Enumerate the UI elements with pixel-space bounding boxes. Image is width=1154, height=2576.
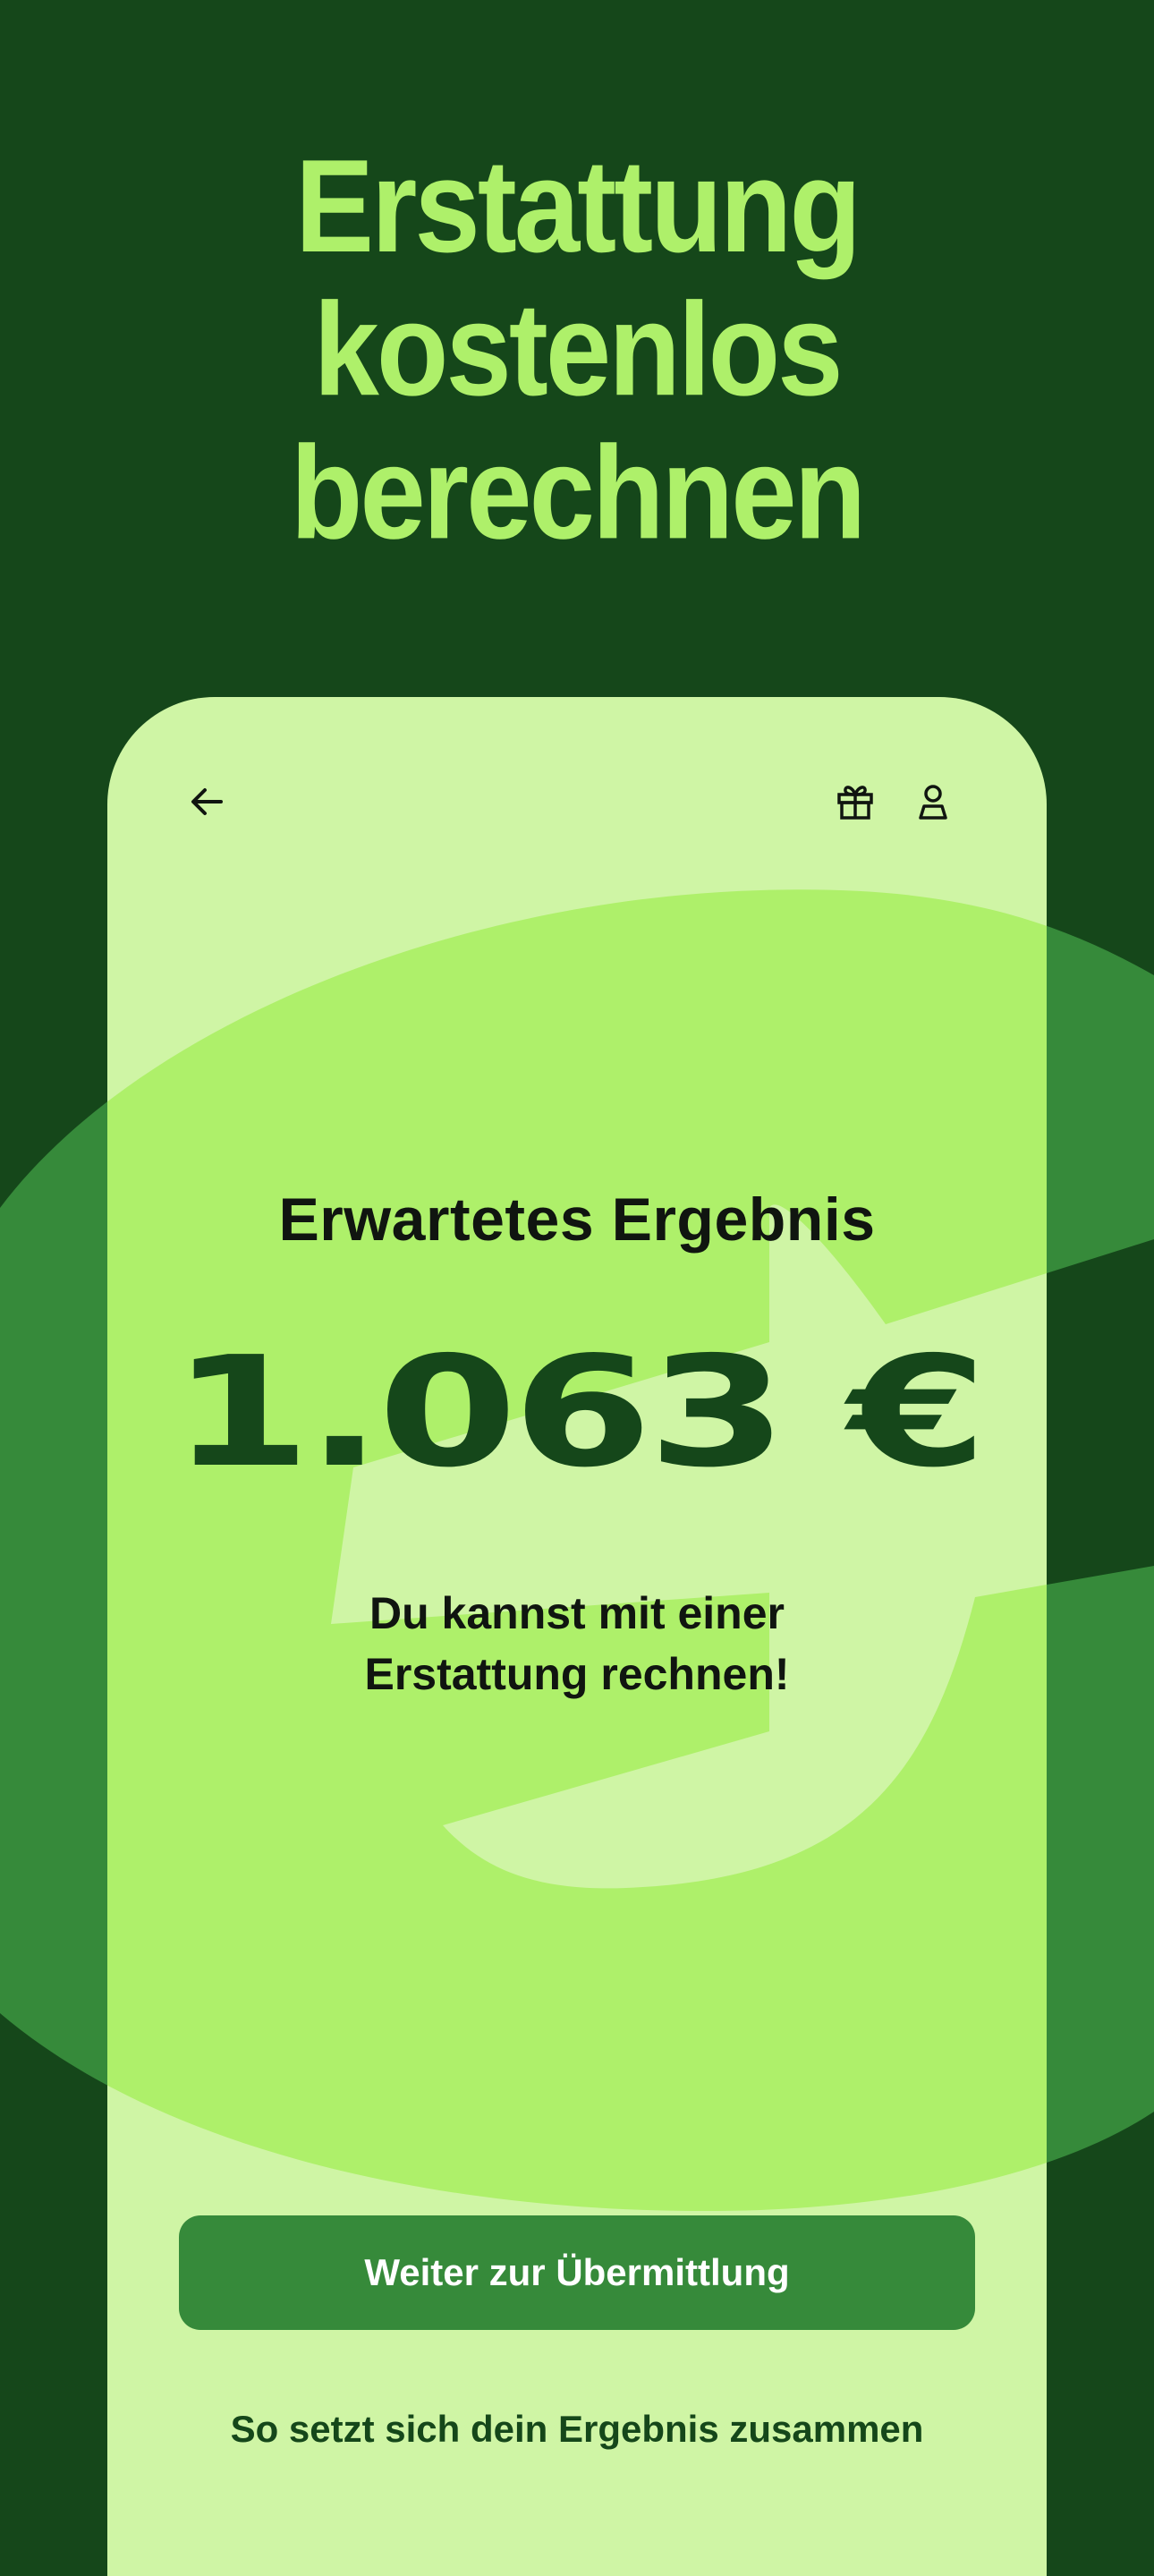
profile-button[interactable]	[902, 770, 964, 833]
result-subtitle: Du kannst mit einer Erstattung rechnen!	[107, 1583, 1047, 1705]
arrow-left-icon	[191, 788, 223, 815]
back-button[interactable]	[175, 770, 238, 833]
gift-button[interactable]	[824, 770, 887, 833]
promo-headline: Erstattung kostenlos berechnen	[0, 134, 1154, 564]
top-bar	[107, 697, 1047, 876]
gift-icon	[837, 786, 873, 820]
headline-line-2: kostenlos	[313, 275, 843, 423]
phone-screen-card: Erwartetes Ergebnis 1.063 € Du kannst mi…	[107, 697, 1047, 2576]
result-breakdown-link[interactable]: So setzt sich dein Ergebnis zusammen	[107, 2408, 1047, 2451]
headline-line-1: Erstattung	[295, 132, 861, 280]
result-amount: 1.063 €	[171, 1324, 987, 1501]
user-icon	[919, 785, 947, 820]
result-title: Erwartetes Ergebnis	[278, 1186, 876, 1254]
headline-line-3: berechnen	[290, 419, 867, 566]
subtitle-line-1: Du kannst mit einer	[369, 1588, 785, 1638]
subtitle-line-2: Erstattung rechnen!	[364, 1649, 790, 1699]
continue-to-submission-button[interactable]: Weiter zur Übermittlung	[179, 2215, 975, 2330]
